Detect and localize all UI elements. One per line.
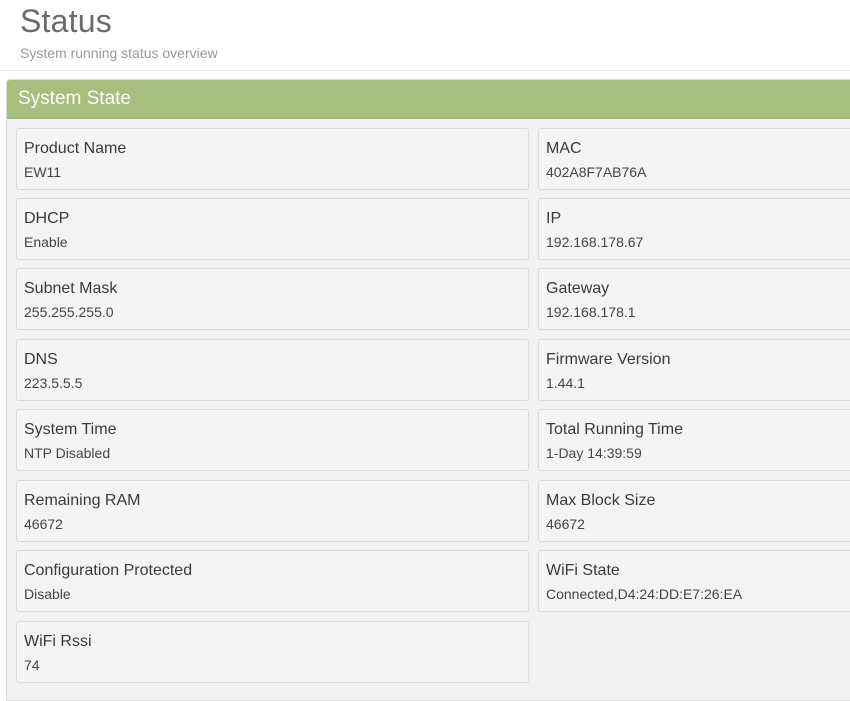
- info-card-configuration-protected: Configuration Protected Disable: [16, 550, 529, 612]
- info-value: 255.255.255.0: [24, 304, 114, 320]
- page-title: Status: [20, 3, 112, 39]
- info-label: Total Running Time: [546, 421, 683, 438]
- info-card-remaining-ram: Remaining RAM 46672: [16, 480, 529, 542]
- info-value: Disable: [24, 586, 71, 602]
- info-value: 1.44.1: [546, 375, 585, 391]
- info-value: 402A8F7AB76A: [546, 164, 647, 180]
- info-value: 1-Day 14:39:59: [546, 445, 642, 461]
- info-card-subnet-mask: Subnet Mask 255.255.255.0: [16, 268, 529, 330]
- panel-heading: System State: [7, 80, 850, 119]
- info-label: System Time: [24, 421, 117, 438]
- info-label: IP: [546, 210, 562, 227]
- info-label: Product Name: [24, 140, 127, 157]
- info-value: 192.168.178.67: [546, 234, 644, 250]
- info-label: Gateway: [546, 280, 610, 297]
- info-value: 46672: [24, 516, 63, 532]
- info-value: 74: [24, 657, 40, 673]
- info-card-gateway: Gateway 192.168.178.1: [538, 268, 850, 330]
- info-card-system-time: System Time NTP Disabled: [16, 409, 529, 471]
- info-value: EW11: [24, 164, 62, 180]
- info-label: Max Block Size: [546, 492, 656, 509]
- info-label: Configuration Protected: [24, 562, 193, 579]
- info-value: NTP Disabled: [24, 445, 111, 461]
- info-label: MAC: [546, 140, 582, 157]
- info-label: WiFi Rssi: [24, 633, 92, 650]
- info-label: DHCP: [24, 210, 70, 227]
- info-label: WiFi State: [546, 562, 620, 579]
- info-card-dns: DNS 223.5.5.5: [16, 339, 529, 401]
- info-label: DNS: [24, 351, 58, 368]
- info-card-mac: MAC 402A8F7AB76A: [538, 128, 850, 190]
- info-value: Connected,D4:24:DD:E7:26:EA: [546, 586, 743, 602]
- page-header: Status System running status overview: [0, 0, 850, 71]
- info-value: 192.168.178.1: [546, 304, 636, 320]
- info-label: Firmware Version: [546, 351, 671, 368]
- panel-title: System State: [18, 88, 131, 109]
- info-card-total-running-time: Total Running Time 1-Day 14:39:59: [538, 409, 850, 471]
- info-card-firmware-version: Firmware Version 1.44.1: [538, 339, 850, 401]
- info-value: 46672: [546, 516, 585, 532]
- info-card-product-name: Product Name EW11: [16, 128, 529, 190]
- info-label: Remaining RAM: [24, 492, 141, 509]
- info-card-max-block-size: Max Block Size 46672: [538, 480, 850, 542]
- info-card-ip: IP 192.168.178.67: [538, 198, 850, 260]
- info-value: Enable: [24, 234, 68, 250]
- info-card-dhcp: DHCP Enable: [16, 198, 529, 260]
- info-value: 223.5.5.5: [24, 375, 83, 391]
- page-subtitle: System running status overview: [20, 45, 218, 61]
- info-label: Subnet Mask: [24, 280, 118, 297]
- info-card-wifi-rssi: WiFi Rssi 74: [16, 621, 529, 683]
- info-card-wifi-state: WiFi State Connected,D4:24:DD:E7:26:EA: [538, 550, 850, 612]
